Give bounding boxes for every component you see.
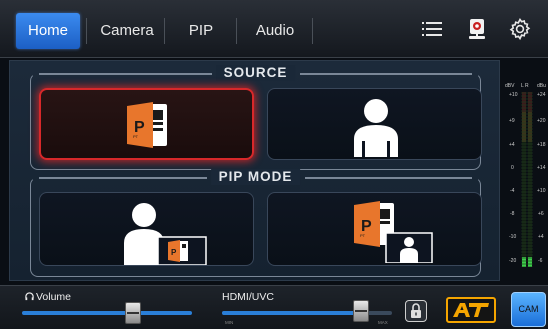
- meter-bars: [521, 92, 533, 267]
- meter-left-tick: -10: [509, 234, 517, 240]
- at-logo: [446, 297, 496, 323]
- main-panel: SOURCE P PT PIP MODE P P PT: [9, 60, 500, 281]
- hdmi-max-label: MAX: [378, 320, 388, 325]
- meter-left-tick: 0: [511, 165, 514, 171]
- meter-header-dbv: dBV: [505, 83, 515, 89]
- pip-person-with-slides-card[interactable]: P: [39, 192, 254, 266]
- source-group: SOURCE P PT: [30, 65, 482, 170]
- source-title: SOURCE: [215, 65, 296, 81]
- lock-icon: [411, 303, 421, 318]
- tab-home[interactable]: Home: [16, 13, 80, 49]
- tab-divider: [312, 18, 313, 44]
- source-powerpoint-card[interactable]: P PT: [39, 88, 254, 160]
- hdmi-slider-knob[interactable]: [353, 300, 370, 322]
- pip-mode-group: PIP MODE P P PT: [30, 169, 482, 277]
- volume-slider-knob[interactable]: [124, 302, 141, 324]
- tab-audio[interactable]: Audio: [238, 13, 312, 49]
- source-person-card[interactable]: [267, 88, 482, 160]
- volume-label: Volume: [36, 291, 72, 303]
- lock-button[interactable]: [405, 300, 427, 322]
- list-icon[interactable]: [420, 17, 444, 41]
- volume-slider-track[interactable]: [22, 311, 192, 315]
- audio-level-meter: dBV L R dBu +10 +9 +4 0 -4 -8 -10 -20 +2…: [505, 80, 547, 270]
- group-title-rule: [299, 73, 472, 75]
- group-title-rule: [39, 73, 212, 75]
- meter-right-tick: +20: [537, 118, 546, 124]
- tab-pip[interactable]: PIP: [166, 13, 236, 49]
- svg-text:PT: PT: [133, 134, 139, 139]
- meter-right-tick: +10: [537, 188, 546, 194]
- pip-mode-title: PIP MODE: [210, 169, 301, 185]
- slides-with-person-inset-icon: P PT: [354, 201, 433, 263]
- powerpoint-icon: P PT: [127, 102, 167, 148]
- meter-right-tick: +24: [537, 92, 546, 98]
- meter-right-tick: +6: [538, 211, 544, 217]
- at-logo-mark: [453, 303, 489, 317]
- person-icon: [354, 99, 398, 157]
- group-title-rule: [304, 177, 472, 179]
- top-bar: Home Camera PIP Audio: [0, 0, 548, 58]
- tab-divider: [164, 18, 165, 44]
- webcam-icon[interactable]: [465, 17, 489, 41]
- meter-left-tick: -4: [510, 188, 515, 194]
- svg-text:PT: PT: [360, 233, 366, 238]
- meter-left-tick: -20: [509, 258, 517, 264]
- meter-right-tick: -6: [538, 258, 543, 264]
- hdmi-min-label: MIN: [225, 320, 234, 325]
- meter-right-tick: +4: [538, 234, 544, 240]
- meter-header-dbu: dBu: [537, 83, 546, 89]
- hdmi-slider-fill: [222, 311, 362, 315]
- svg-text:P: P: [171, 248, 177, 257]
- cam-button[interactable]: CAM: [511, 292, 546, 327]
- meter-left-tick: +4: [509, 142, 515, 148]
- person-with-slides-inset-icon: P: [124, 203, 207, 265]
- meter-left-tick: -8: [510, 211, 515, 217]
- gear-icon[interactable]: [508, 17, 532, 41]
- tab-divider: [236, 18, 237, 44]
- pip-slides-with-person-card[interactable]: P PT: [267, 192, 482, 266]
- meter-header-lr: L R: [521, 83, 529, 89]
- headphones-icon: [25, 292, 34, 301]
- meter-left-tick: +10: [509, 92, 518, 98]
- group-title-rule: [39, 177, 207, 179]
- meter-left-tick: +9: [509, 118, 515, 124]
- meter-right-tick: +18: [537, 142, 546, 148]
- hdmi-uvc-label: HDMI/UVC: [222, 291, 274, 303]
- tab-divider: [86, 18, 87, 44]
- tab-camera[interactable]: Camera: [90, 13, 164, 49]
- meter-right-tick: +14: [537, 165, 546, 171]
